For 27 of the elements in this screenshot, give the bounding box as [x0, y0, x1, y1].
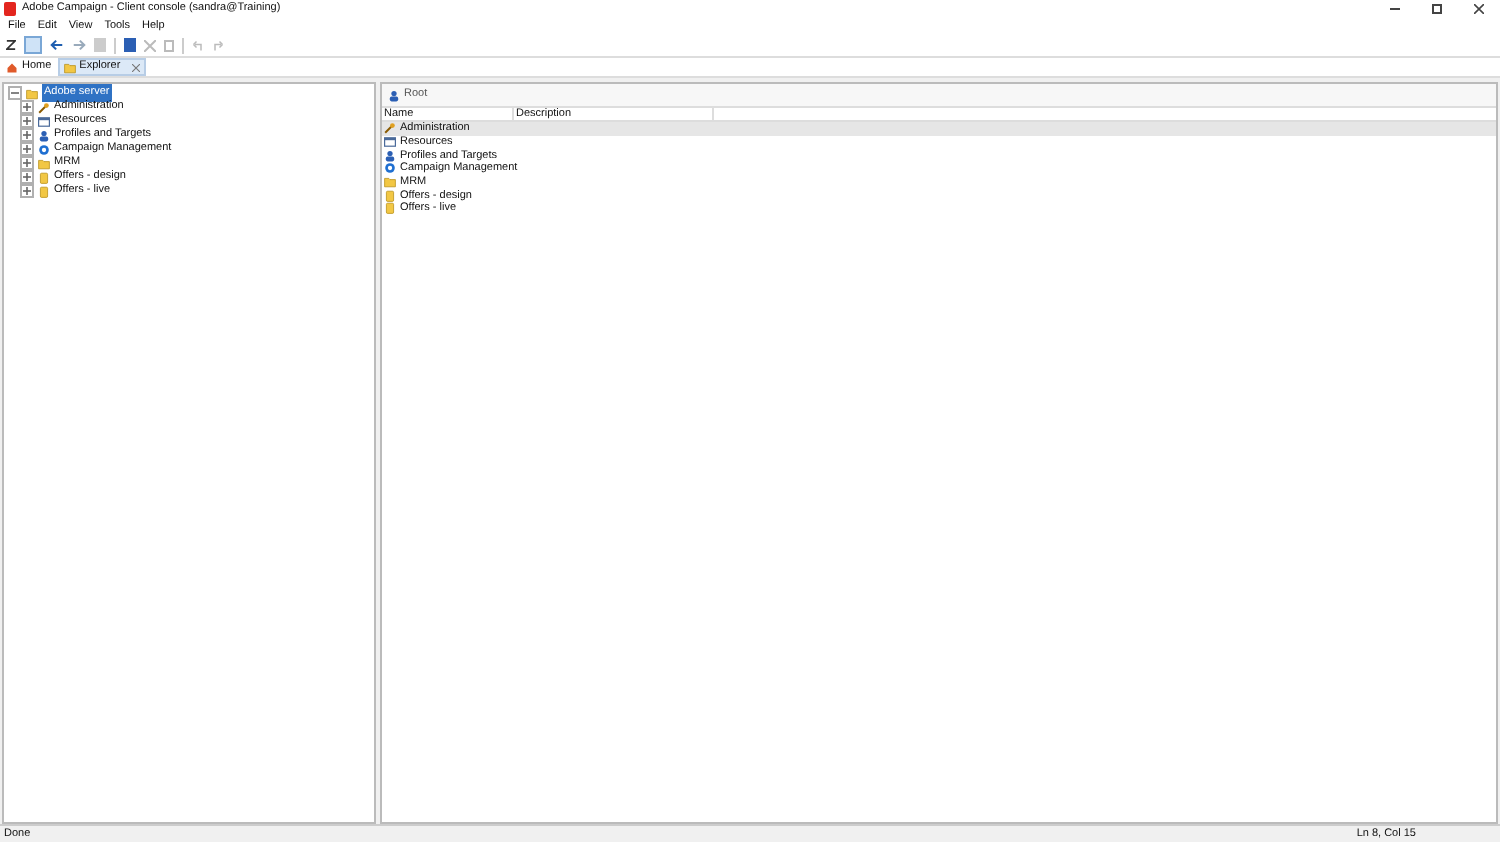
- expand-toggle[interactable]: [20, 184, 34, 198]
- back-arrow-icon[interactable]: [50, 38, 64, 52]
- people-icon: [38, 129, 50, 141]
- expand-toggle[interactable]: [20, 156, 34, 170]
- home-icon: [6, 61, 18, 73]
- wrench-icon: [38, 101, 50, 113]
- forward-arrow-icon[interactable]: [72, 38, 86, 52]
- expand-toggle[interactable]: [20, 114, 34, 128]
- window-icon: [38, 115, 50, 127]
- expand-toggle[interactable]: [20, 170, 34, 184]
- folder-icon: [63, 61, 76, 73]
- folder-icon: [26, 87, 38, 99]
- app-logo-icon: [4, 2, 16, 16]
- maximize-icon[interactable]: [1432, 4, 1442, 14]
- close-icon[interactable]: [1474, 4, 1484, 14]
- logo-icon[interactable]: [6, 40, 16, 50]
- wrench-icon: [384, 122, 396, 135]
- expand-toggle[interactable]: [20, 142, 34, 156]
- expand-toggle[interactable]: [20, 100, 34, 114]
- expand-toggle[interactable]: [8, 86, 22, 100]
- people-icon: [388, 89, 400, 101]
- folder-icon: [384, 176, 396, 189]
- folder-icon: [38, 157, 50, 169]
- people-icon: [384, 149, 396, 162]
- gear-icon: [38, 143, 50, 155]
- view-toggle-icon[interactable]: [24, 36, 42, 54]
- expand-toggle[interactable]: [20, 128, 34, 142]
